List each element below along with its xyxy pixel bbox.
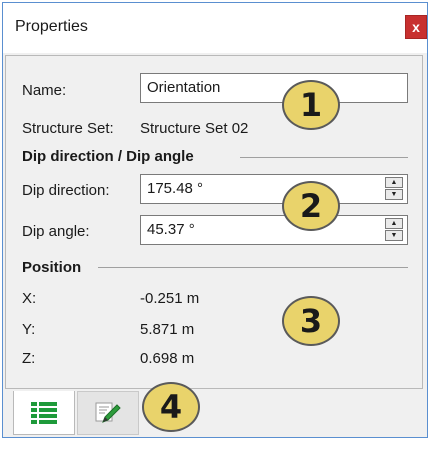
position-y-label: Y:	[22, 321, 36, 338]
dip-angle-spinner: ▲ ▼	[385, 218, 405, 242]
position-z-label: Z:	[22, 350, 36, 367]
structure-set-label: Structure Set:	[22, 120, 114, 137]
position-y-value: 5.871 m	[140, 321, 195, 338]
dip-angle-increment-button[interactable]: ▲	[385, 218, 403, 229]
edit-notes-icon	[95, 402, 121, 423]
dip-direction-label: Dip direction:	[22, 182, 110, 199]
dip-section-title: Dip direction / Dip angle	[22, 148, 194, 165]
dip-direction-spinner: ▲ ▼	[385, 177, 405, 201]
dip-section-divider	[240, 157, 408, 158]
callout-badge-2: 2	[282, 181, 340, 231]
dip-direction-input[interactable]: 175.48 ° ▲ ▼	[140, 174, 408, 204]
callout-badge-1: 1	[282, 80, 340, 130]
tab-edit-notes[interactable]	[77, 391, 139, 435]
callout-badge-3: 3	[282, 296, 340, 346]
list-icon	[31, 401, 57, 424]
dip-direction-decrement-button[interactable]: ▼	[385, 189, 403, 200]
window-title: Properties	[15, 18, 88, 35]
properties-window: Properties x Name: Orientation Structure…	[2, 2, 428, 438]
name-input[interactable]: Orientation	[140, 73, 408, 103]
tab-bar	[3, 391, 427, 437]
properties-panel: Name: Orientation Structure Set: Structu…	[5, 55, 423, 389]
position-x-label: X:	[22, 290, 37, 307]
callout-badge-4: 4	[142, 382, 200, 432]
position-section-title: Position	[22, 259, 82, 276]
dip-angle-decrement-button[interactable]: ▼	[385, 230, 403, 241]
tab-properties-list[interactable]	[13, 391, 75, 435]
name-label: Name:	[22, 82, 67, 99]
dip-angle-label: Dip angle:	[22, 223, 90, 240]
position-section-divider	[98, 267, 408, 268]
dip-direction-increment-button[interactable]: ▲	[385, 177, 403, 188]
title-bar: Properties x	[3, 3, 427, 53]
dip-angle-value: 45.37 °	[147, 221, 195, 238]
dip-direction-value: 175.48 °	[147, 180, 204, 197]
close-button[interactable]: x	[405, 15, 427, 39]
structure-set-value: Structure Set 02	[140, 120, 249, 137]
position-z-value: 0.698 m	[140, 350, 195, 367]
dip-angle-input[interactable]: 45.37 ° ▲ ▼	[140, 215, 408, 245]
position-x-value: -0.251 m	[140, 290, 200, 307]
